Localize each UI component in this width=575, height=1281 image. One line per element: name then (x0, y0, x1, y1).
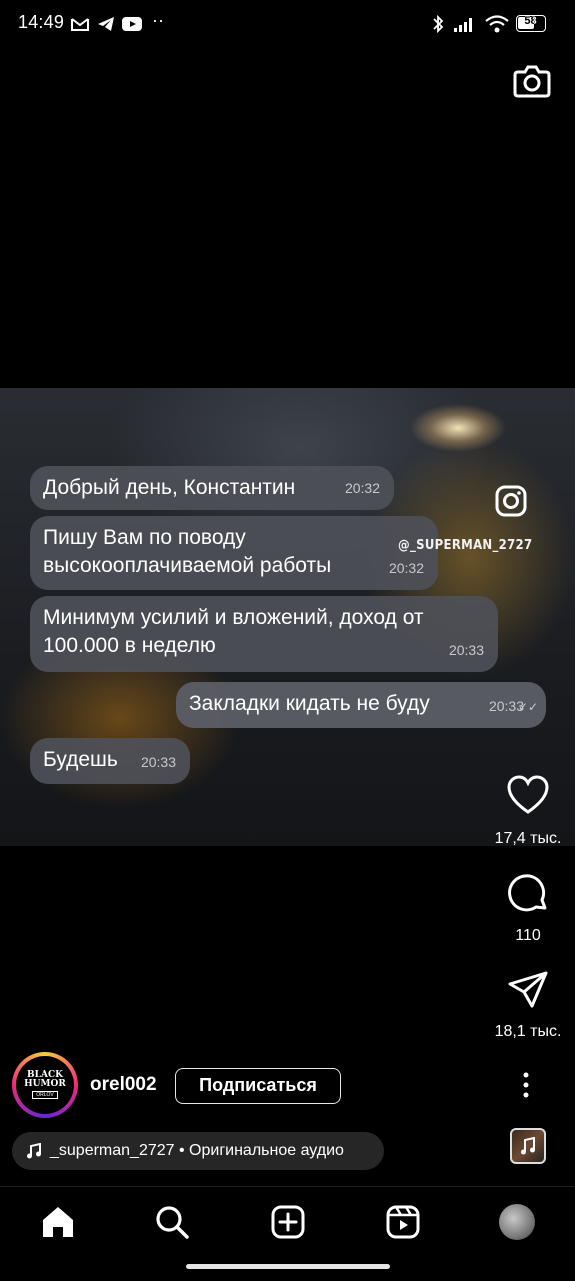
message-line: 100.000 в неделю (43, 634, 216, 657)
message-line: Минимум усилий и вложений, доход от (43, 606, 424, 629)
profile-avatar[interactable] (499, 1204, 535, 1240)
search-icon[interactable] (153, 1203, 191, 1241)
watermark-handle: @_SUPERMAN_2727 (398, 538, 533, 553)
music-note-icon (27, 1143, 41, 1159)
reels-icon[interactable] (384, 1203, 422, 1241)
comment-icon[interactable] (506, 872, 550, 916)
chat-message: Будешь 20:33 (30, 738, 190, 784)
wifi-icon (485, 15, 509, 33)
instagram-icon (495, 485, 527, 517)
message-time: 20:33 (448, 642, 484, 658)
message-line: высокооплачиваемой работы (43, 554, 332, 577)
message-time: 20:32 (388, 560, 424, 576)
avatar-logo-text: ORLOV (32, 1091, 58, 1099)
audio-label: _superman_2727 • Оригинальное аудио (50, 1142, 344, 1159)
share-count: 18,1 тыс. (494, 1023, 562, 1040)
author-avatar-image[interactable]: BLACK HUMOR ORLOV (16, 1056, 74, 1114)
home-icon[interactable] (39, 1203, 77, 1241)
bluetooth-icon (433, 14, 444, 34)
youtube-icon (122, 17, 142, 31)
comment-count: 110 (515, 927, 541, 944)
chat-message: Минимум усилий и вложений, доход от 100.… (30, 596, 498, 672)
home-indicator (186, 1264, 390, 1269)
like-count: 17,4 тыс. (494, 830, 562, 847)
like-heart-icon[interactable] (506, 774, 550, 818)
chat-message: Добрый день, Константин 20:32 (30, 466, 394, 510)
battery-icon: 58 (516, 15, 546, 32)
message-text: Будешь (43, 748, 118, 771)
author-username[interactable]: orel002 (90, 1074, 157, 1096)
audio-pill[interactable]: _superman_2727 • Оригинальное аудио (12, 1132, 384, 1170)
create-post-icon[interactable] (269, 1203, 307, 1241)
camera-icon[interactable] (512, 62, 552, 100)
gmail-icon (71, 18, 89, 31)
share-send-icon[interactable] (506, 968, 550, 1012)
message-time: 20:32 (344, 480, 380, 496)
message-text: Добрый день, Константин (43, 476, 296, 499)
message-line: Пишу Вам по поводу (43, 526, 246, 549)
more-options-icon[interactable] (516, 1070, 536, 1100)
music-note-icon (521, 1137, 535, 1155)
signal-icon (454, 18, 472, 32)
audio-thumbnail[interactable] (510, 1128, 546, 1164)
follow-button[interactable]: Подписаться (175, 1068, 341, 1104)
read-checks-icon: ✓✓ (517, 700, 538, 714)
message-time: 20:33 (140, 754, 176, 770)
message-text: Закладки кидать не буду (189, 692, 430, 715)
chat-message: Пишу Вам по поводу высокооплачиваемой ра… (30, 516, 438, 590)
status-time: 14:49 (18, 12, 65, 32)
telegram-icon (98, 17, 114, 31)
avatar-logo-text: HUMOR (24, 1079, 66, 1089)
chat-message-outgoing: Закладки кидать не буду 20:33 ✓✓ (176, 682, 546, 728)
more-dots-icon: ·· (152, 10, 164, 30)
